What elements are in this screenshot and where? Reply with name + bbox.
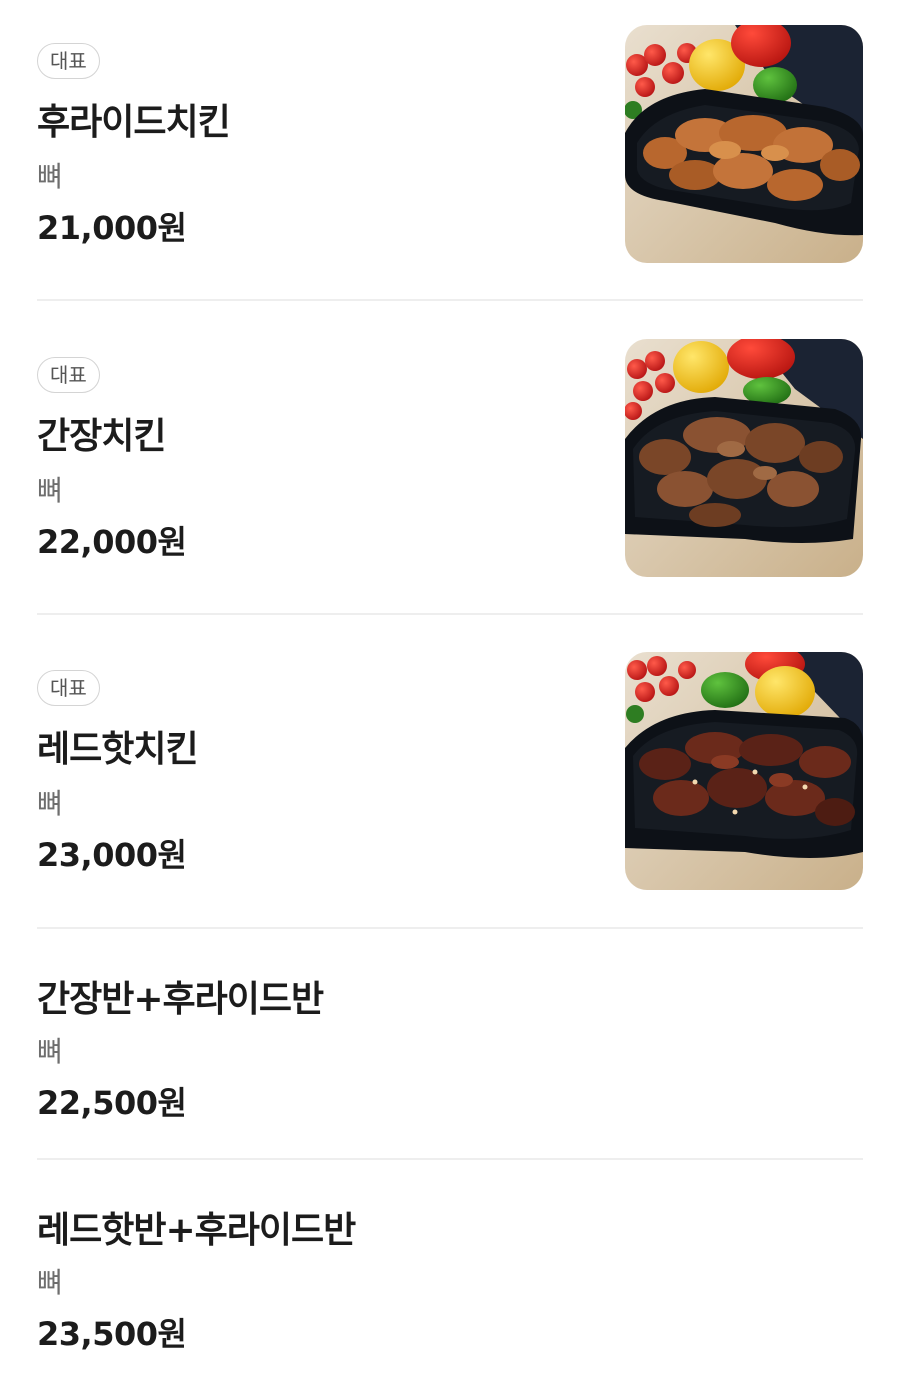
divider (37, 1158, 863, 1160)
divider (37, 613, 863, 615)
menu-item-description: 뼈 (37, 787, 63, 820)
menu-item-soy-half-fried-half[interactable]: 간장반+후라이드반 뼈 22,500원 (37, 960, 863, 1140)
menu-item-description: 뼈 (37, 160, 63, 193)
divider (37, 927, 863, 929)
menu-item-description: 뼈 (37, 1035, 63, 1068)
menu-item-price: 21,000원 (37, 209, 187, 247)
menu-item-name: 레드핫반+후라이드반 (37, 1210, 356, 1251)
menu-item-soy-chicken[interactable]: 대표 간장치킨 뼈 22,000원 (37, 339, 863, 579)
soy-chicken-photo (625, 339, 863, 577)
menu-item-name: 간장반+후라이드반 (37, 979, 324, 1020)
redhot-chicken-photo (625, 652, 863, 890)
menu-item-redhot-half-fried-half[interactable]: 레드핫반+후라이드반 뼈 23,500원 (37, 1191, 863, 1371)
signature-badge: 대표 (37, 670, 100, 706)
menu-item-fried-chicken[interactable]: 대표 후라이드치킨 뼈 21,000원 (37, 25, 863, 265)
menu-item-price: 23,000원 (37, 836, 187, 874)
divider (37, 299, 863, 301)
menu-item-price: 22,500원 (37, 1084, 187, 1122)
signature-badge: 대표 (37, 357, 100, 393)
menu-item-price: 23,500원 (37, 1315, 187, 1353)
menu-item-price: 22,000원 (37, 523, 187, 561)
menu-item-description: 뼈 (37, 474, 63, 507)
menu-item-description: 뼈 (37, 1266, 63, 1299)
menu-item-name: 간장치킨 (37, 416, 166, 457)
menu-item-redhot-chicken[interactable]: 대표 레드핫치킨 뼈 23,000원 (37, 652, 863, 892)
menu-list: 대표 후라이드치킨 뼈 21,000원 대표 간장치킨 뼈 22,000원 대표… (0, 0, 900, 1379)
menu-item-name: 레드핫치킨 (37, 729, 199, 770)
signature-badge: 대표 (37, 43, 100, 79)
fried-chicken-photo (625, 25, 863, 263)
menu-item-name: 후라이드치킨 (37, 102, 231, 143)
